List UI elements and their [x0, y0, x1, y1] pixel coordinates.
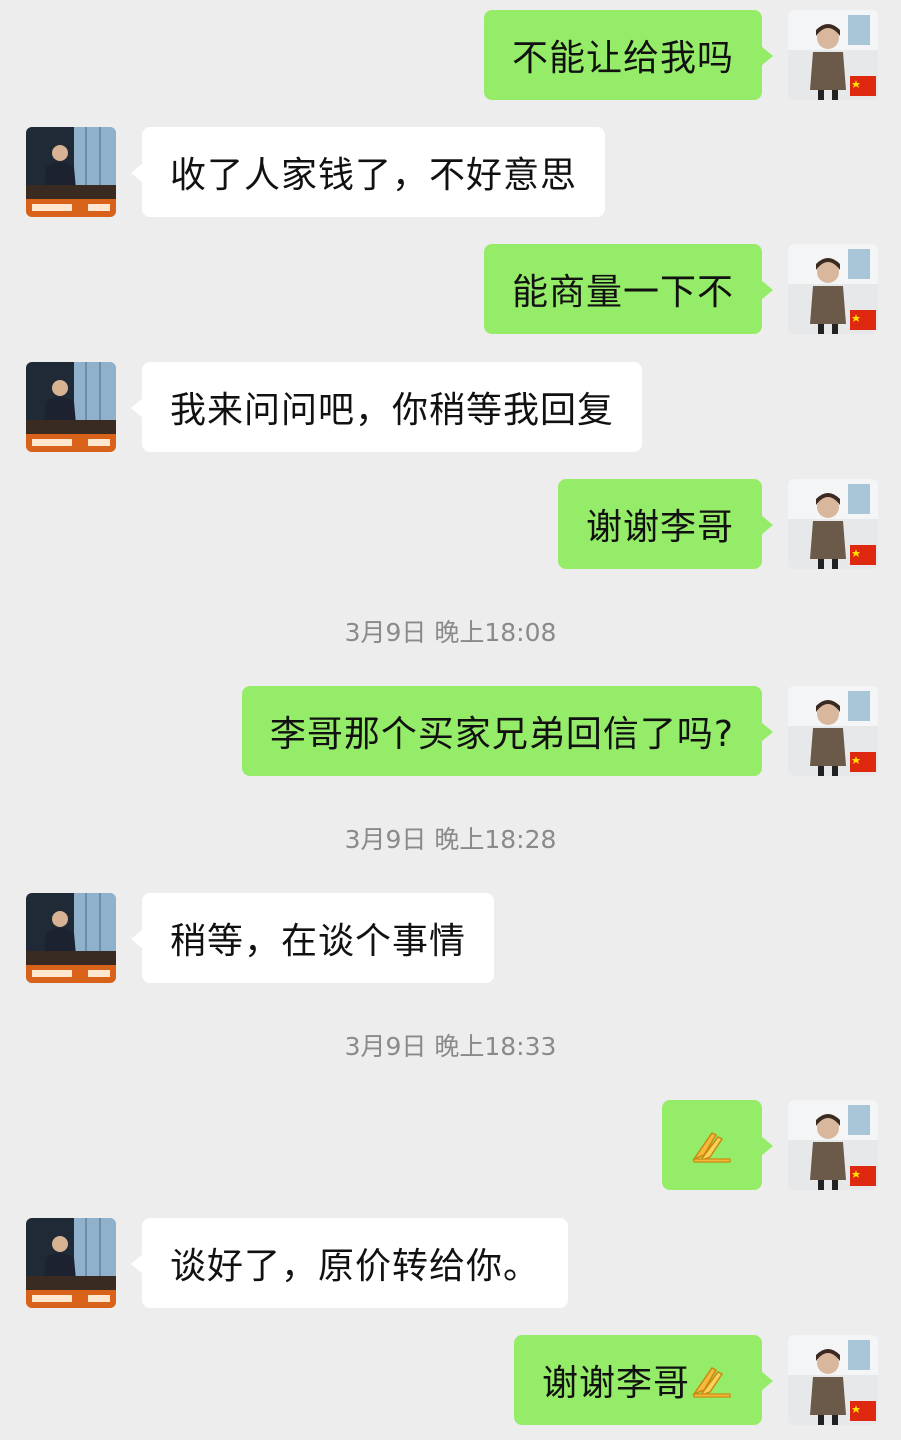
contact-avatar[interactable] — [26, 1218, 116, 1308]
child-avatar-icon — [788, 686, 878, 776]
message-text: 李哥那个买家兄弟回信了吗? — [269, 714, 734, 755]
contact-avatar[interactable] — [26, 893, 116, 983]
message-bubble-sent[interactable]: 能商量一下不 — [483, 244, 774, 334]
child-avatar-icon — [788, 10, 878, 100]
message-text: 稍等，在谈个事情 — [170, 921, 467, 962]
my-avatar[interactable] — [788, 10, 878, 100]
businessman-avatar-icon — [26, 893, 116, 983]
child-avatar-icon — [788, 479, 878, 569]
child-avatar-icon — [788, 1335, 878, 1425]
message-bubble-sent[interactable]: 谢谢李哥 — [513, 1335, 774, 1425]
message-bubble-sent[interactable]: 谢谢李哥 — [557, 479, 774, 569]
message-bubble-sent[interactable]: 不能让给我吗 — [483, 10, 774, 100]
my-avatar[interactable] — [788, 1100, 878, 1190]
my-avatar[interactable] — [788, 479, 878, 569]
message-bubble-received[interactable]: 我来问问吧，你稍等我回复 — [130, 362, 643, 452]
folded-hands-emoji-icon — [691, 1132, 731, 1163]
message-bubble-received[interactable]: 收了人家钱了，不好意思 — [130, 127, 606, 217]
message-text: 收了人家钱了，不好意思 — [170, 155, 578, 196]
timestamp: 3月9日 晚上18:08 — [344, 618, 557, 647]
message-text: 谢谢李哥 — [585, 507, 734, 548]
folded-hands-emoji-icon — [691, 1367, 731, 1398]
my-avatar[interactable] — [788, 244, 878, 334]
child-avatar-icon — [788, 1100, 878, 1190]
message-bubble-sent[interactable]: 李哥那个买家兄弟回信了吗? — [241, 686, 774, 776]
timestamp: 3月9日 晚上18:28 — [344, 825, 557, 854]
businessman-avatar-icon — [26, 362, 116, 452]
message-text: 谢谢李哥 — [541, 1363, 690, 1404]
businessman-avatar-icon — [26, 1218, 116, 1308]
message-text: 不能让给我吗 — [511, 38, 734, 79]
message-bubble-received[interactable]: 谈好了，原价转给你。 — [130, 1218, 569, 1308]
contact-avatar[interactable] — [26, 127, 116, 217]
my-avatar[interactable] — [788, 686, 878, 776]
message-text: 我来问问吧，你稍等我回复 — [170, 390, 615, 431]
contact-avatar[interactable] — [26, 362, 116, 452]
my-avatar[interactable] — [788, 1335, 878, 1425]
businessman-avatar-icon — [26, 127, 116, 217]
message-text: 谈好了，原价转给你。 — [170, 1246, 541, 1287]
timestamp: 3月9日 晚上18:33 — [344, 1032, 557, 1061]
child-avatar-icon — [788, 244, 878, 334]
message-bubble-sent[interactable] — [662, 1100, 773, 1190]
message-text: 能商量一下不 — [511, 272, 734, 313]
message-bubble-received[interactable]: 稍等，在谈个事情 — [130, 893, 495, 983]
